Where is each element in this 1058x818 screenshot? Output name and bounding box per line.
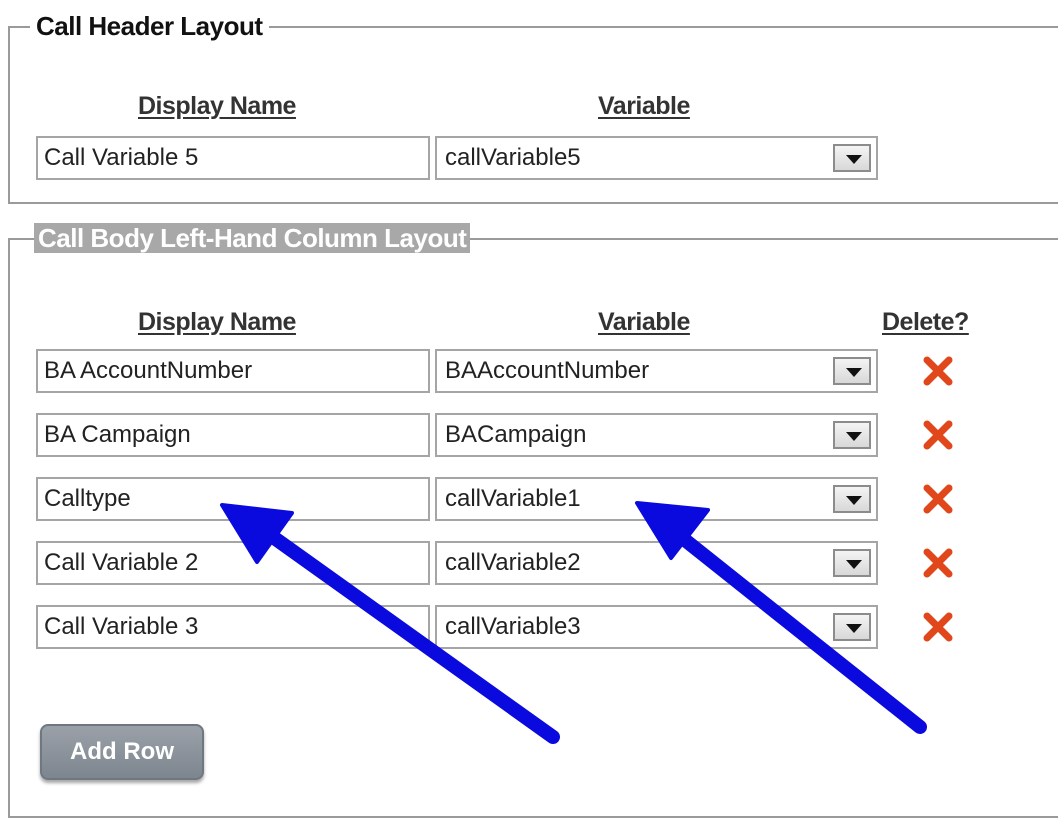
arrow-annotation-icon bbox=[635, 501, 927, 734]
arrow-annotation-icon bbox=[220, 503, 560, 744]
annotation-arrows bbox=[220, 501, 927, 744]
